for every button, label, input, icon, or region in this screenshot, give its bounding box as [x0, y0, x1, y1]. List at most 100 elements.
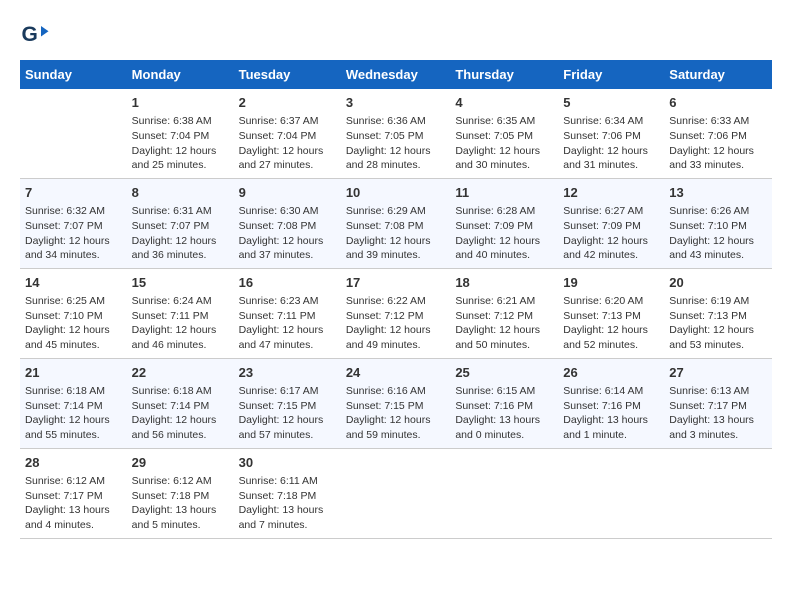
day-number: 9 [239, 184, 336, 202]
day-cell: 17 Sunrise: 6:22 AM Sunset: 7:12 PM Dayli… [341, 268, 451, 358]
day-number: 11 [455, 184, 553, 202]
day-cell: 13 Sunrise: 6:26 AM Sunset: 7:10 PM Dayli… [664, 178, 772, 268]
day-cell: 15Sunrise: 6:24 AM Sunset: 7:11 PM Dayli… [127, 268, 234, 358]
day-number: 22 [132, 364, 229, 382]
day-number: 16 [239, 274, 336, 292]
day-number: 12 [563, 184, 659, 202]
day-info: Sunrise: 6:37 AM Sunset: 7:04 PM Dayligh… [239, 114, 336, 173]
logo-icon: G [20, 20, 50, 50]
day-number: 26 [563, 364, 659, 382]
day-cell [558, 448, 664, 538]
day-cell: 12Sunrise: 6:27 AM Sunset: 7:09 PM Dayli… [558, 178, 664, 268]
day-cell [20, 89, 127, 178]
day-cell: 30 Sunrise: 6:11 AM Sunset: 7:18 PM Dayli… [234, 448, 341, 538]
day-cell: 7 Sunrise: 6:32 AM Sunset: 7:07 PM Daylig… [20, 178, 127, 268]
day-info: Sunrise: 6:18 AM Sunset: 7:14 PM Dayligh… [132, 384, 229, 443]
day-cell: 1 Sunrise: 6:38 AM Sunset: 7:04 PM Daylig… [127, 89, 234, 178]
day-cell: 29 Sunrise: 6:12 AM Sunset: 7:18 PM Dayli… [127, 448, 234, 538]
col-header-friday: Friday [558, 60, 664, 89]
day-cell: 23 Sunrise: 6:17 AM Sunset: 7:15 PM Dayli… [234, 358, 341, 448]
day-cell: 20 Sunrise: 6:19 AM Sunset: 7:13 PM Dayli… [664, 268, 772, 358]
day-info: Sunrise: 6:28 AM Sunset: 7:09 PM Dayligh… [455, 204, 553, 263]
day-cell: 9 Sunrise: 6:30 AM Sunset: 7:08 PM Daylig… [234, 178, 341, 268]
logo: G [20, 20, 52, 50]
day-info: Sunrise: 6:33 AM Sunset: 7:06 PM Dayligh… [669, 114, 767, 173]
col-header-thursday: Thursday [450, 60, 558, 89]
week-row-2: 7 Sunrise: 6:32 AM Sunset: 7:07 PM Daylig… [20, 178, 772, 268]
day-info: Sunrise: 6:32 AM Sunset: 7:07 PM Dayligh… [25, 204, 122, 263]
day-number: 1 [132, 94, 229, 112]
day-info: Sunrise: 6:19 AM Sunset: 7:13 PM Dayligh… [669, 294, 767, 353]
week-row-1: 1 Sunrise: 6:38 AM Sunset: 7:04 PM Daylig… [20, 89, 772, 178]
day-cell: 25Sunrise: 6:15 AM Sunset: 7:16 PM Dayli… [450, 358, 558, 448]
day-info: Sunrise: 6:13 AM Sunset: 7:17 PM Dayligh… [669, 384, 767, 443]
day-cell: 18 Sunrise: 6:21 AM Sunset: 7:12 PM Dayli… [450, 268, 558, 358]
day-cell: 16 Sunrise: 6:23 AM Sunset: 7:11 PM Dayli… [234, 268, 341, 358]
day-info: Sunrise: 6:35 AM Sunset: 7:05 PM Dayligh… [455, 114, 553, 173]
day-info: Sunrise: 6:30 AM Sunset: 7:08 PM Dayligh… [239, 204, 336, 263]
day-info: Sunrise: 6:22 AM Sunset: 7:12 PM Dayligh… [346, 294, 446, 353]
calendar-table: SundayMondayTuesdayWednesdayThursdayFrid… [20, 60, 772, 539]
day-info: Sunrise: 6:14 AM Sunset: 7:16 PM Dayligh… [563, 384, 659, 443]
svg-text:G: G [22, 23, 38, 46]
week-row-3: 14 Sunrise: 6:25 AM Sunset: 7:10 PM Dayli… [20, 268, 772, 358]
day-cell: 28 Sunrise: 6:12 AM Sunset: 7:17 PM Dayli… [20, 448, 127, 538]
day-info: Sunrise: 6:34 AM Sunset: 7:06 PM Dayligh… [563, 114, 659, 173]
day-number: 24 [346, 364, 446, 382]
day-info: Sunrise: 6:25 AM Sunset: 7:10 PM Dayligh… [25, 294, 122, 353]
day-info: Sunrise: 6:38 AM Sunset: 7:04 PM Dayligh… [132, 114, 229, 173]
day-number: 29 [132, 454, 229, 472]
day-cell: 14 Sunrise: 6:25 AM Sunset: 7:10 PM Dayli… [20, 268, 127, 358]
day-cell: 21Sunrise: 6:18 AM Sunset: 7:14 PM Dayli… [20, 358, 127, 448]
day-cell: 26 Sunrise: 6:14 AM Sunset: 7:16 PM Dayli… [558, 358, 664, 448]
col-header-wednesday: Wednesday [341, 60, 451, 89]
day-cell: 27 Sunrise: 6:13 AM Sunset: 7:17 PM Dayli… [664, 358, 772, 448]
day-number: 28 [25, 454, 122, 472]
day-info: Sunrise: 6:11 AM Sunset: 7:18 PM Dayligh… [239, 474, 336, 533]
day-info: Sunrise: 6:21 AM Sunset: 7:12 PM Dayligh… [455, 294, 553, 353]
day-cell: 10 Sunrise: 6:29 AM Sunset: 7:08 PM Dayli… [341, 178, 451, 268]
day-number: 18 [455, 274, 553, 292]
day-info: Sunrise: 6:36 AM Sunset: 7:05 PM Dayligh… [346, 114, 446, 173]
page-header: G [20, 20, 772, 50]
day-number: 30 [239, 454, 336, 472]
day-number: 13 [669, 184, 767, 202]
col-header-tuesday: Tuesday [234, 60, 341, 89]
day-number: 6 [669, 94, 767, 112]
day-info: Sunrise: 6:12 AM Sunset: 7:18 PM Dayligh… [132, 474, 229, 533]
day-info: Sunrise: 6:12 AM Sunset: 7:17 PM Dayligh… [25, 474, 122, 533]
day-number: 3 [346, 94, 446, 112]
day-number: 25 [455, 364, 553, 382]
day-number: 15 [132, 274, 229, 292]
day-info: Sunrise: 6:26 AM Sunset: 7:10 PM Dayligh… [669, 204, 767, 263]
day-number: 7 [25, 184, 122, 202]
day-number: 5 [563, 94, 659, 112]
col-header-monday: Monday [127, 60, 234, 89]
day-number: 27 [669, 364, 767, 382]
day-number: 14 [25, 274, 122, 292]
day-info: Sunrise: 6:17 AM Sunset: 7:15 PM Dayligh… [239, 384, 336, 443]
week-row-5: 28 Sunrise: 6:12 AM Sunset: 7:17 PM Dayli… [20, 448, 772, 538]
week-row-4: 21 Sunrise: 6:18 AM Sunset: 7:14 PM Dayli… [20, 358, 772, 448]
day-info: Sunrise: 6:29 AM Sunset: 7:08 PM Dayligh… [346, 204, 446, 263]
day-number: 17 [346, 274, 446, 292]
day-number: 4 [455, 94, 553, 112]
day-cell [450, 448, 558, 538]
day-number: 23 [239, 364, 336, 382]
day-cell: 24 Sunrise: 6:16 AM Sunset: 7:15 PM Dayli… [341, 358, 451, 448]
day-cell: 2Sunrise: 6:37 AM Sunset: 7:04 PM Daylig… [234, 89, 341, 178]
header-row: SundayMondayTuesdayWednesdayThursdayFrid… [20, 60, 772, 89]
day-cell: 8Sunrise: 6:31 AM Sunset: 7:07 PM Daylig… [127, 178, 234, 268]
day-cell: 19Sunrise: 6:20 AM Sunset: 7:13 PM Dayli… [558, 268, 664, 358]
day-number: 8 [132, 184, 229, 202]
day-cell: 3 Sunrise: 6:36 AM Sunset: 7:05 PM Daylig… [341, 89, 451, 178]
day-cell [664, 448, 772, 538]
day-number: 19 [563, 274, 659, 292]
day-info: Sunrise: 6:16 AM Sunset: 7:15 PM Dayligh… [346, 384, 446, 443]
day-cell: 11 Sunrise: 6:28 AM Sunset: 7:09 PM Dayli… [450, 178, 558, 268]
day-number: 10 [346, 184, 446, 202]
day-number: 21 [25, 364, 122, 382]
day-number: 20 [669, 274, 767, 292]
day-info: Sunrise: 6:23 AM Sunset: 7:11 PM Dayligh… [239, 294, 336, 353]
day-cell: 5 Sunrise: 6:34 AM Sunset: 7:06 PM Daylig… [558, 89, 664, 178]
